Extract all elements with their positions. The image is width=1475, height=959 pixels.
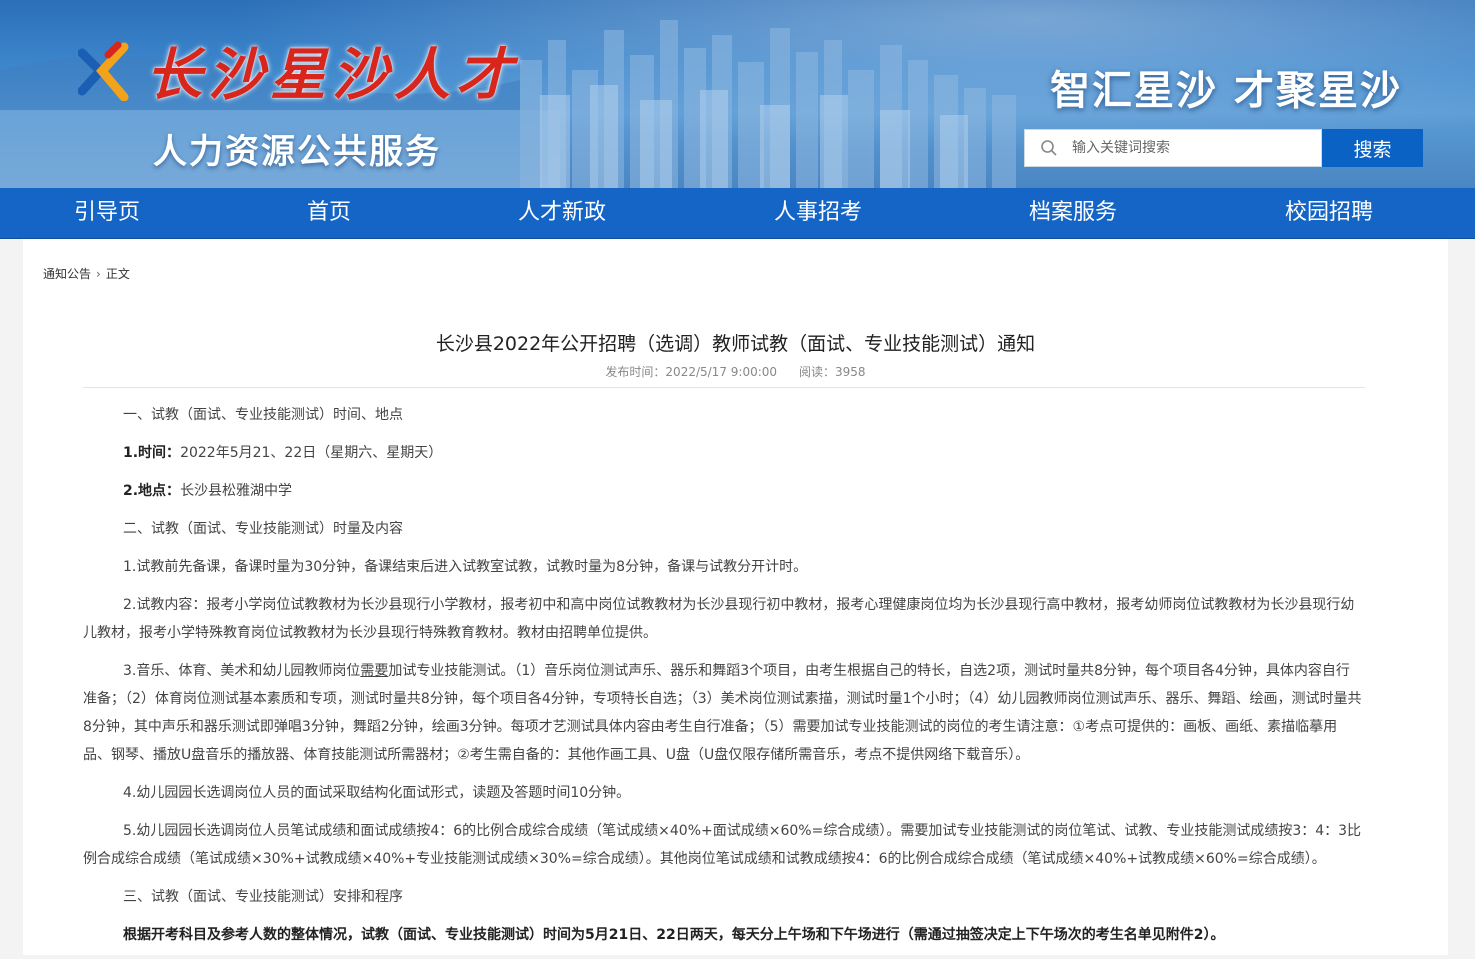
logo-mark-icon	[78, 41, 129, 101]
search-button[interactable]: 搜索	[1322, 129, 1423, 167]
value-location: 长沙县松雅湖中学	[180, 483, 293, 499]
paragraph-skill-test: 3.音乐、体育、美术和幼儿园教师岗位需要加试专业技能测试。（1）音乐岗位测试声乐…	[83, 657, 1363, 769]
nav-item-talent-policy[interactable]: 人才新政	[518, 188, 606, 238]
search-bar: 搜索	[1024, 129, 1423, 167]
section-heading-3: 三、试教（面试、专业技能测试）安排和程序	[123, 889, 403, 905]
view-count: 阅读：3958	[799, 365, 866, 379]
breadcrumb: 通知公告 › 正文	[43, 265, 130, 282]
breadcrumb-chevron-icon: ›	[96, 267, 101, 281]
label-location: 2.地点：	[123, 483, 181, 499]
skill-test-text-a: 3.音乐、体育、美术和幼儿园教师岗位	[123, 663, 361, 679]
paragraph-schedule: 根据开考科目及参考人数的整体情况，试教（面试、专业技能测试）时间为5月21日、2…	[83, 921, 1363, 949]
search-input[interactable]	[1070, 139, 1314, 157]
paragraph-teaching-content: 2.试教内容：报考小学岗位试教教材为长沙县现行小学教材，报考初中和高中岗位试教教…	[83, 597, 1355, 641]
main-nav: 引导页 首页 人才新政 人事招考 档案服务 校园招聘	[0, 188, 1475, 239]
paragraph-location: 2.地点：长沙县松雅湖中学	[83, 477, 1363, 505]
section-heading-2: 二、试教（面试、专业技能测试）时量及内容	[123, 521, 403, 537]
paragraph-score-calculation: 5.幼儿园园长选调岗位人员笔试成绩和面试成绩按4：6的比例合成综合成绩（笔试成绩…	[83, 823, 1362, 867]
value-time: 2022年5月21、22日（星期六、星期天）	[180, 445, 443, 461]
title-divider	[83, 387, 1365, 388]
nav-item-guide[interactable]: 引导页	[74, 188, 140, 238]
nav-item-archive-service[interactable]: 档案服务	[1029, 188, 1117, 238]
search-field[interactable]	[1024, 129, 1322, 167]
nav-item-personnel-exam[interactable]: 人事招考	[774, 188, 862, 238]
site-slogan: 智汇星沙 才聚星沙	[1050, 67, 1402, 114]
publish-time: 发布时间：2022/5/17 9:00:00	[605, 365, 778, 379]
nav-item-home[interactable]: 首页	[307, 188, 351, 238]
label-time: 1.时间：	[123, 445, 181, 461]
site-subtitle: 人力资源公共服务	[153, 132, 441, 172]
paragraph-time: 1.时间：2022年5月21、22日（星期六、星期天）	[83, 439, 1363, 467]
paragraph-prep-time: 1.试教前先备课，备课时量为30分钟，备课结束后进入试教室试教，试教时量为8分钟…	[123, 559, 808, 575]
breadcrumb-section-link[interactable]: 通知公告	[43, 267, 91, 281]
search-icon	[1041, 140, 1057, 156]
section-heading-1: 一、试教（面试、专业技能测试）时间、地点	[123, 407, 403, 423]
content-panel: 通知公告 › 正文 长沙县2022年公开招聘（选调）教师试教（面试、专业技能测试）通…	[23, 239, 1448, 955]
article-title: 长沙县2022年公开招聘（选调）教师试教（面试、专业技能测试）通知	[435, 333, 1036, 355]
nav-item-campus-recruit[interactable]: 校园招聘	[1285, 188, 1373, 238]
logo-text: 长沙星沙人才	[146, 42, 518, 108]
article-meta: 发布时间：2022/5/17 9:00:00 阅读：3958	[23, 363, 1448, 380]
site-logo[interactable]: 长沙星沙人才	[78, 30, 518, 111]
paragraph-kindergarten-interview: 4.幼儿园园长选调岗位人员的面试采取结构化面试形式，读题及答题时间10分钟。	[123, 785, 631, 801]
article-body: 一、试教（面试、专业技能测试）时间、地点 1.时间：2022年5月21、22日（…	[83, 401, 1363, 959]
breadcrumb-current: 正文	[105, 267, 130, 281]
skill-test-underlined: 需要	[360, 663, 389, 679]
header-banner: 长沙星沙人才 人力资源公共服务 智汇星沙 才聚星沙 搜索	[0, 0, 1475, 188]
schedule-bold-text: 根据开考科目及参考人数的整体情况，试教（面试、专业技能测试）时间为5月21日、2…	[123, 927, 1225, 943]
